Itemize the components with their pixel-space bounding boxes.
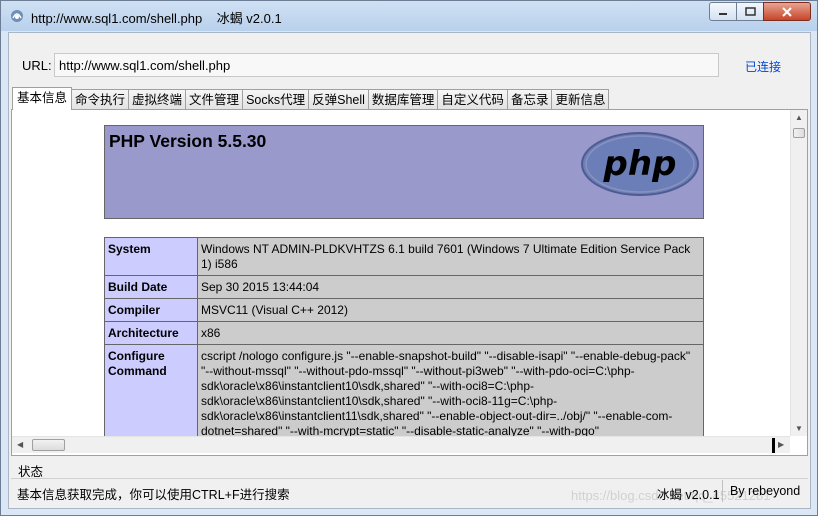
connection-status-link[interactable]: 已连接 [745,58,781,75]
tab-basic-info[interactable]: 基本信息 [12,87,73,110]
tab-custom-code[interactable]: 自定义代码 [437,89,508,110]
app-window: http://www.sql1.com/shell.php 冰蝎 v2.0.1 … [0,0,818,516]
tab-command-exec[interactable]: 命令执行 [71,89,130,110]
row-key: Architecture [104,321,198,345]
tab-database-manager[interactable]: 数据库管理 [367,89,439,110]
scroll-position-marker [772,438,775,453]
row-value: Windows NT ADMIN-PLDKVHTZS 6.1 build 760… [197,237,704,276]
phpinfo-view[interactable]: PHP Version 5.5.30 php System Windows NT… [11,109,808,456]
maximize-icon [744,7,756,16]
title-bar[interactable]: http://www.sql1.com/shell.php 冰蝎 v2.0.1 [1,1,817,31]
row-value: x86 [197,321,704,345]
status-version: 冰蝎 v2.0.1 [657,488,720,502]
php-version-header: PHP Version 5.5.30 php [104,125,704,219]
window-title: http://www.sql1.com/shell.php 冰蝎 v2.0.1 [31,11,282,26]
horizontal-scroll-thumb[interactable] [32,439,65,451]
status-separator [722,480,723,502]
table-row: Build Date Sep 30 2015 13:44:04 [104,275,704,299]
tab-virtual-terminal[interactable]: 虚拟终端 [128,89,187,110]
scroll-right-icon[interactable]: ▶ [778,440,784,449]
status-message: 基本信息获取完成，你可以使用CTRL+F进行搜索 [17,488,290,502]
status-author: By rebeyond [730,484,801,498]
url-input[interactable] [54,53,719,77]
row-value: Sep 30 2015 13:44:04 [197,275,704,299]
table-row: Compiler MSVC11 (Visual C++ 2012) [104,298,704,322]
vertical-scroll-thumb[interactable] [793,128,805,138]
row-key: Build Date [104,275,198,299]
table-row: Configure Command cscript /nologo config… [104,344,704,443]
tab-notes[interactable]: 备忘录 [506,89,553,110]
php-version-title: PHP Version 5.5.30 [109,131,267,151]
vertical-scrollbar[interactable]: ▲ ▼ [790,110,807,436]
horizontal-scrollbar[interactable]: ◀ ▶ [12,436,790,453]
minimize-button[interactable] [709,2,737,21]
close-button[interactable] [763,2,811,21]
scroll-down-icon[interactable]: ▼ [795,424,803,433]
tab-socks-proxy[interactable]: Socks代理 [242,89,310,110]
table-row: Architecture x86 [104,321,704,345]
tab-reverse-shell[interactable]: 反弹Shell [308,89,369,110]
scroll-up-icon[interactable]: ▲ [795,113,803,122]
url-label: URL: [22,58,52,73]
maximize-button[interactable] [736,2,764,21]
close-icon [782,6,792,17]
tab-file-manager[interactable]: 文件管理 [185,89,244,110]
tab-bar: 基本信息 命令执行 虚拟终端 文件管理 Socks代理 反弹Shell 数据库管… [12,87,610,110]
row-key: System [104,237,198,276]
status-divider [11,478,808,479]
main-panel: URL: 已连接 基本信息 命令执行 虚拟终端 文件管理 Socks代理 反弹S… [8,32,811,509]
row-value: cscript /nologo configure.js "--enable-s… [197,344,704,443]
ice-scorpion-icon [11,10,23,22]
scroll-left-icon[interactable]: ◀ [17,440,23,449]
php-logo-text: php [603,144,677,184]
table-row: System Windows NT ADMIN-PLDKVHTZS 6.1 bu… [104,237,704,276]
row-key: Compiler [104,298,198,322]
row-key: Configure Command [104,344,198,443]
minimize-icon [719,12,727,15]
phpinfo-table: System Windows NT ADMIN-PLDKVHTZS 6.1 bu… [104,237,704,443]
row-value: MSVC11 (Visual C++ 2012) [197,298,704,322]
tab-updates[interactable]: 更新信息 [551,89,610,110]
php-logo-icon: php [581,132,699,196]
